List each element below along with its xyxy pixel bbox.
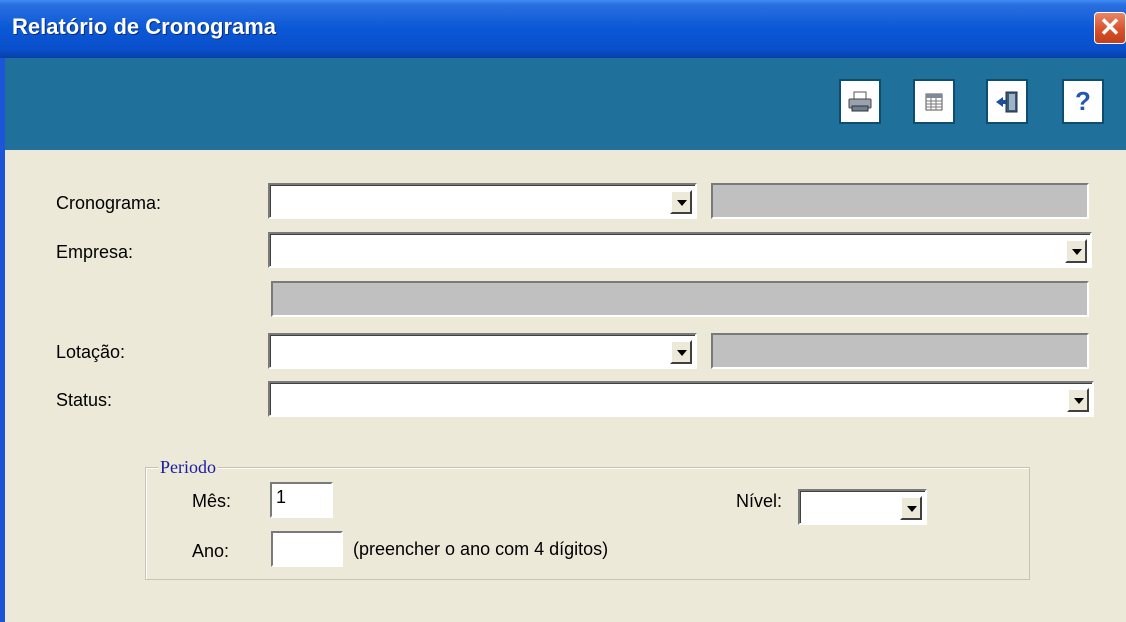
- cronograma-label: Cronograma:: [56, 193, 162, 213]
- grid-icon: [925, 93, 943, 110]
- ano-input[interactable]: [271, 531, 343, 567]
- printer-icon: [848, 91, 872, 111]
- close-button[interactable]: ✕: [1094, 12, 1126, 44]
- status-select[interactable]: [268, 381, 1094, 417]
- nivel-label: Nível:: [736, 491, 783, 511]
- nivel-select[interactable]: [798, 489, 927, 525]
- ano-hint: (preencher o ano com 4 dígitos): [353, 539, 609, 559]
- chevron-down-icon[interactable]: [670, 190, 692, 214]
- cronograma-select[interactable]: [268, 183, 697, 219]
- lotacao-select[interactable]: [268, 333, 697, 369]
- empresa-label: Empresa:: [56, 242, 134, 262]
- empresa-description-field: [271, 281, 1089, 317]
- chevron-down-icon[interactable]: [1067, 388, 1089, 412]
- exit-button[interactable]: [986, 79, 1028, 124]
- toolbar: ?: [5, 58, 1126, 150]
- chevron-down-icon[interactable]: [900, 496, 922, 520]
- window-title: Relatório de Cronograma: [12, 14, 277, 39]
- mes-input[interactable]: 1: [270, 482, 333, 518]
- status-label: Status:: [56, 390, 113, 410]
- lotacao-description-field: [711, 333, 1089, 369]
- empresa-select[interactable]: [268, 232, 1092, 268]
- help-button[interactable]: ?: [1062, 79, 1104, 124]
- title-bar: Relatório de Cronograma ✕: [0, 0, 1126, 58]
- chevron-down-icon[interactable]: [670, 340, 692, 364]
- lotacao-label: Lotação:: [56, 342, 126, 362]
- cronograma-description-field: [711, 183, 1089, 219]
- report-button[interactable]: [913, 79, 955, 124]
- exit-door-icon: [996, 91, 1018, 112]
- chevron-down-icon[interactable]: [1065, 239, 1087, 263]
- periodo-legend: Periodo: [158, 457, 218, 478]
- print-button[interactable]: [839, 79, 881, 124]
- mes-label: Mês:: [192, 491, 232, 511]
- help-icon: ?: [1075, 86, 1091, 116]
- ano-label: Ano:: [192, 541, 230, 561]
